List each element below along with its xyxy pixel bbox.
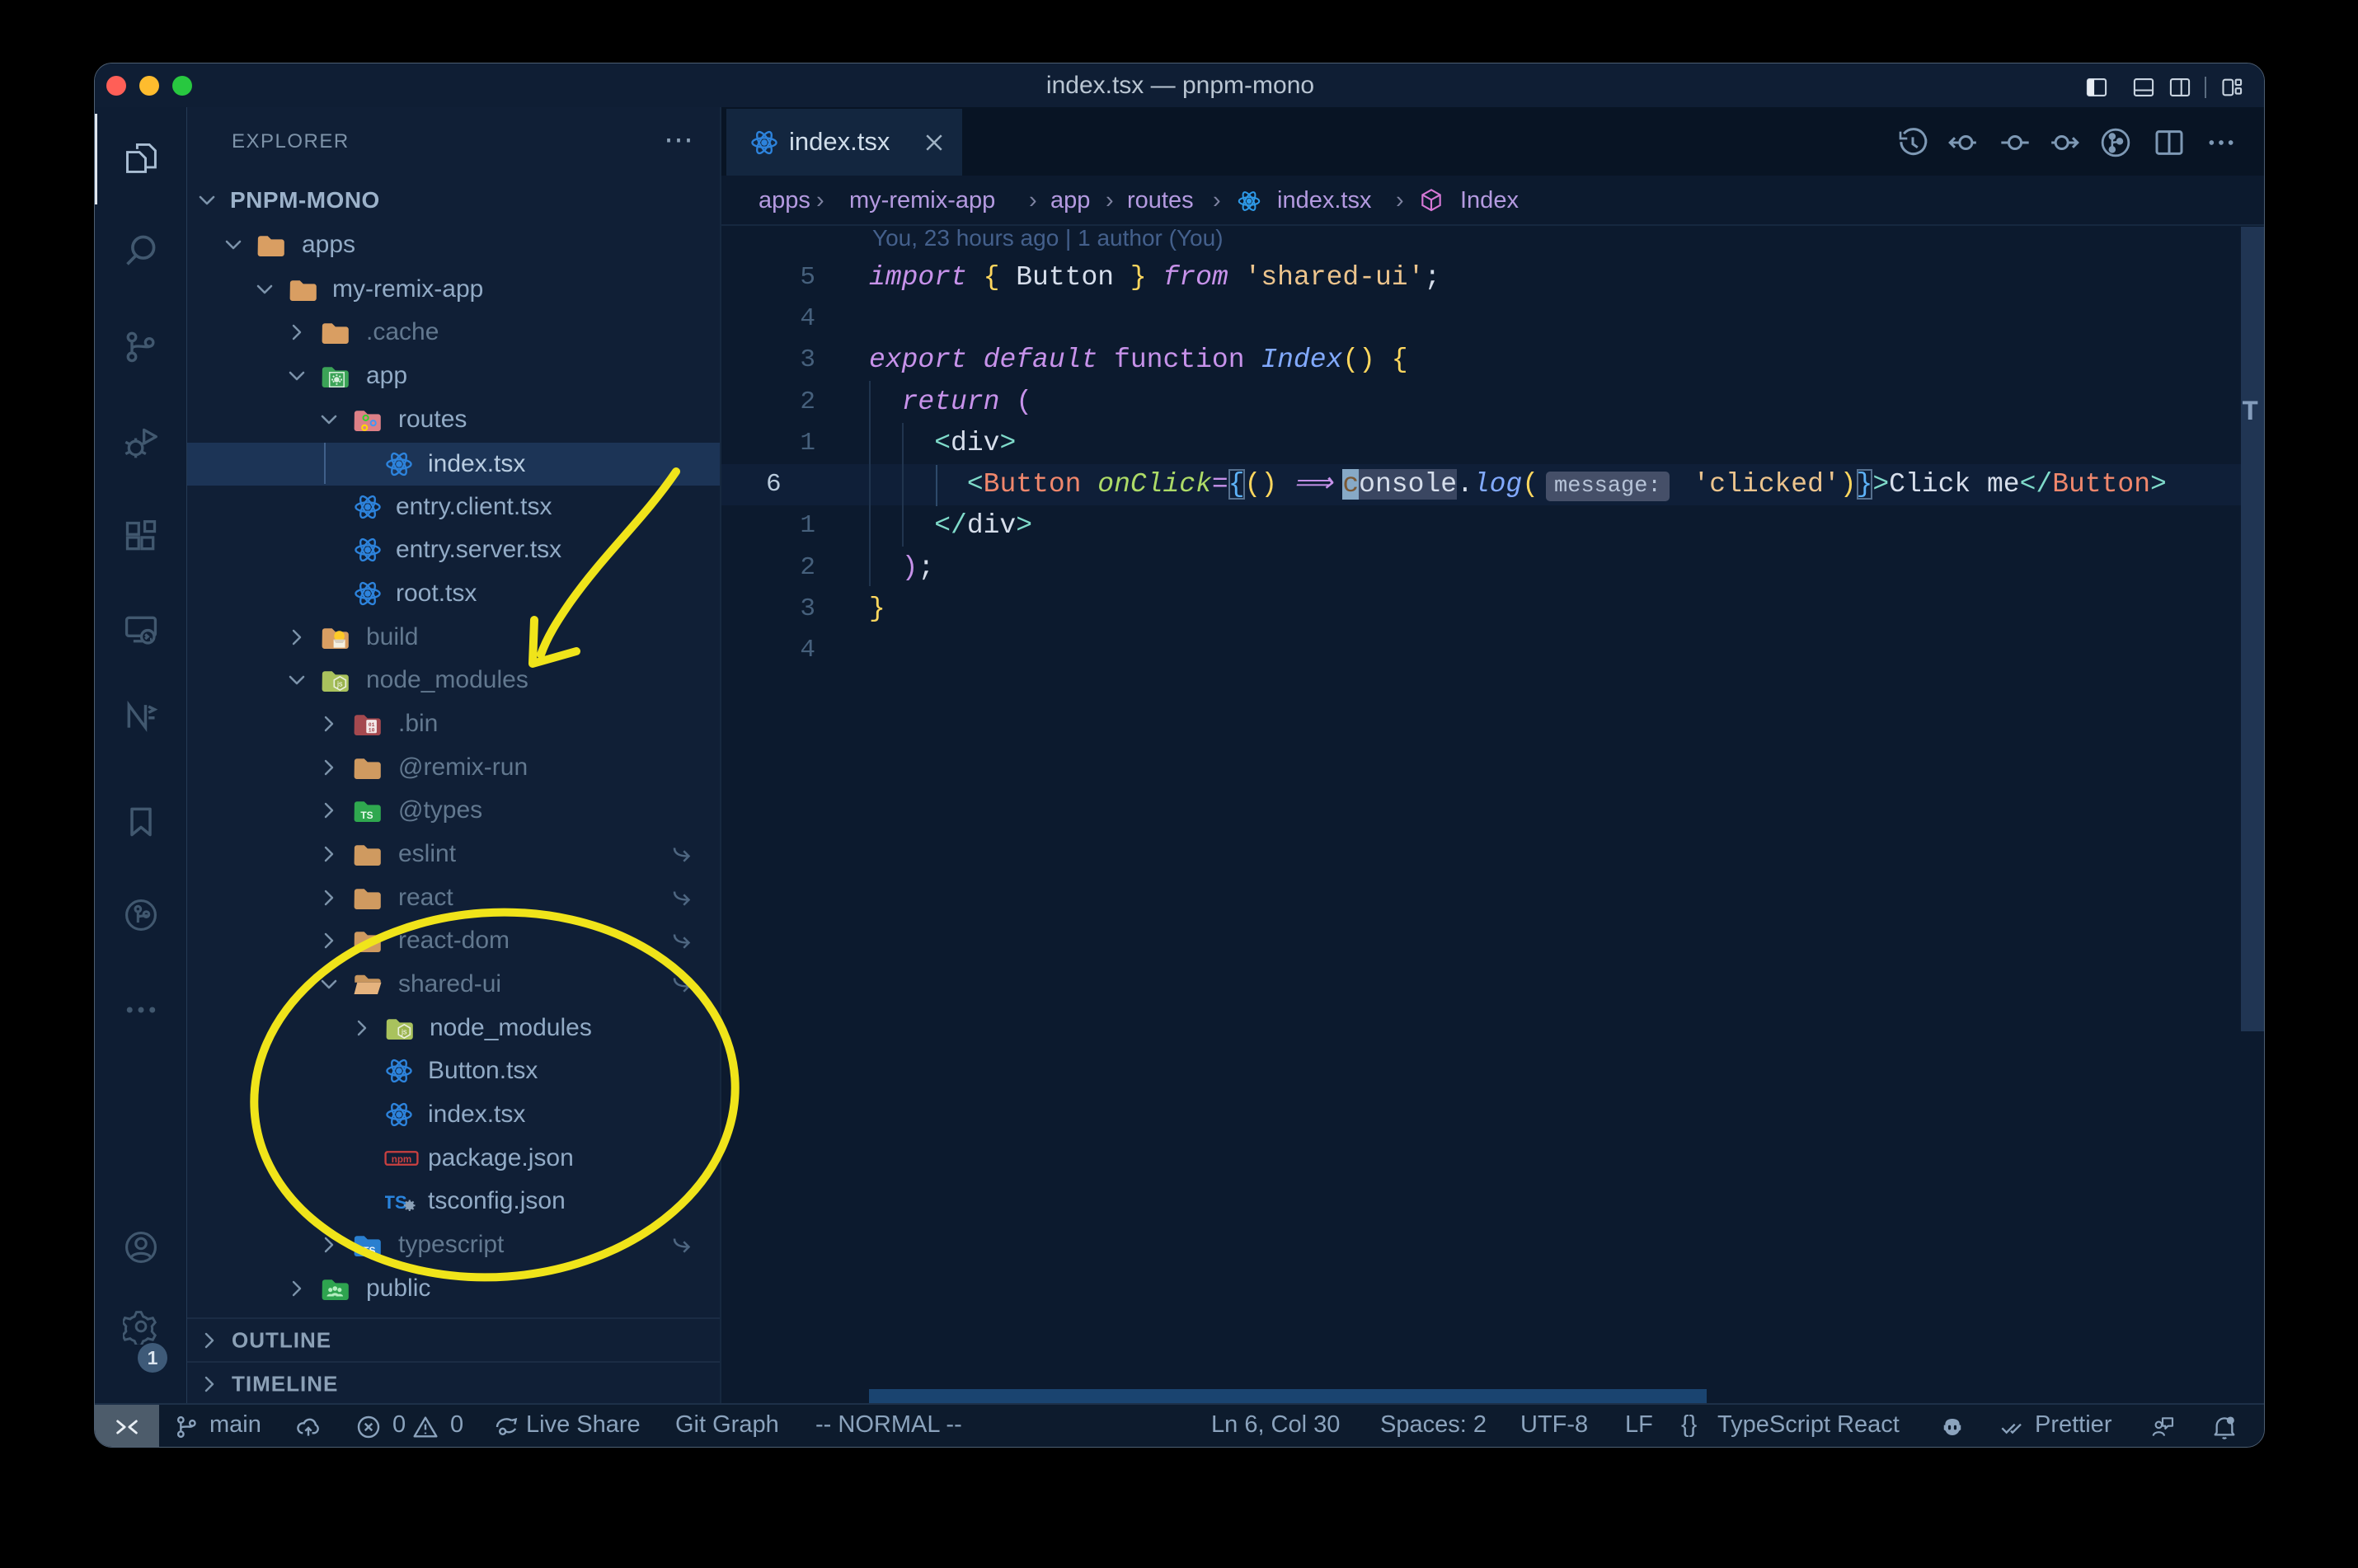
- svg-text:js: js: [336, 680, 343, 688]
- svg-text:npm: npm: [392, 1154, 412, 1165]
- svg-text:js: js: [401, 1028, 407, 1036]
- svg-text:TS: TS: [385, 1192, 407, 1213]
- svg-text:TS: TS: [360, 810, 373, 821]
- svg-text:TS: TS: [363, 1245, 375, 1256]
- svg-text:10: 10: [369, 728, 375, 734]
